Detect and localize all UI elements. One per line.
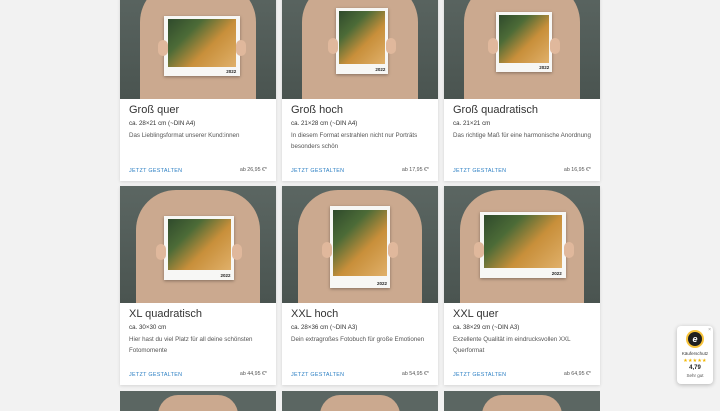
product-card[interactable]: 2022 Groß quer ca. 28×21 cm (~DIN A4) Da…	[120, 0, 276, 181]
product-price: ab 26,95 €*	[239, 167, 267, 173]
product-title: XXL quer	[453, 308, 499, 320]
product-price: ab 44,95 €*	[239, 371, 267, 377]
product-image[interactable]: 2022	[120, 0, 276, 99]
product-image[interactable]: 2022	[282, 186, 438, 303]
product-size: ca. 21×21 cm	[453, 120, 491, 127]
product-card[interactable]: 2022 XXL quer ca. 38×29 cm (~DIN A3) Exz…	[444, 186, 600, 385]
product-description: Dein extragroßes Fotobuch für große Emot…	[291, 336, 425, 343]
product-description: In diesem Format erstrahlen nicht nur Po…	[291, 132, 418, 150]
product-card[interactable]: 2022 Groß quadratisch ca. 21×21 cm Das r…	[444, 0, 600, 181]
design-now-link[interactable]: JETZT GESTALTEN	[453, 372, 506, 378]
photobook: 2022	[480, 212, 566, 278]
photobook: 2022	[496, 12, 552, 72]
product-title: Groß hoch	[291, 104, 343, 116]
product-size: ca. 21×28 cm (~DIN A4)	[291, 120, 358, 127]
product-card[interactable]: 2022 XL quadratisch ca. 30×30 cm Hier ha…	[120, 186, 276, 385]
product-card-partial[interactable]	[444, 391, 600, 411]
product-size: ca. 30×30 cm	[129, 324, 167, 331]
photobook: 2022	[330, 206, 390, 288]
product-image[interactable]: 2022	[444, 0, 600, 99]
trust-badge[interactable]: × e Käuferschutz ★★★★★ 4,79 Sehr gut	[677, 326, 713, 384]
product-card[interactable]: 2022 Groß hoch ca. 21×28 cm (~DIN A4) In…	[282, 0, 438, 181]
product-image[interactable]: 2022	[120, 186, 276, 303]
product-title: Groß quadratisch	[453, 104, 538, 116]
product-card-partial[interactable]	[120, 391, 276, 411]
product-price: ab 16,95 €*	[563, 167, 591, 173]
product-title: Groß quer	[129, 104, 180, 116]
product-size: ca. 38×29 cm (~DIN A3)	[453, 324, 520, 331]
product-price: ab 17,95 €*	[401, 167, 429, 173]
product-price: ab 64,95 €*	[563, 371, 591, 377]
product-card-partial[interactable]	[282, 391, 438, 411]
product-price: ab 54,95 €*	[401, 371, 429, 377]
product-card[interactable]: 2022 XXL hoch ca. 28×36 cm (~DIN A3) Dei…	[282, 186, 438, 385]
design-now-link[interactable]: JETZT GESTALTEN	[129, 168, 182, 174]
photobook: 2022	[336, 8, 388, 74]
product-title: XXL hoch	[291, 308, 339, 320]
product-image[interactable]: 2022	[282, 0, 438, 99]
rating-word: Sehr gut	[686, 373, 704, 378]
product-title: XL quadratisch	[129, 308, 202, 320]
product-size: ca. 28×36 cm (~DIN A3)	[291, 324, 358, 331]
trust-label: Käuferschutz	[681, 351, 709, 356]
design-now-link[interactable]: JETZT GESTALTEN	[291, 168, 344, 174]
product-description: Das richtige Maß für eine harmonische An…	[453, 132, 591, 139]
product-description: Exzellente Qualität im eindrucksvollen X…	[453, 336, 571, 354]
close-icon[interactable]: ×	[708, 327, 711, 333]
photobook: 2022	[164, 216, 234, 280]
photobook: 2022	[164, 16, 240, 76]
rating-score: 4,79	[689, 365, 701, 371]
design-now-link[interactable]: JETZT GESTALTEN	[129, 372, 182, 378]
product-description: Das Lieblingsformat unserer Kund:innen	[129, 132, 240, 139]
product-description: Hier hast du viel Platz für all deine sc…	[129, 336, 253, 354]
design-now-link[interactable]: JETZT GESTALTEN	[291, 372, 344, 378]
design-now-link[interactable]: JETZT GESTALTEN	[453, 168, 506, 174]
trust-seal-icon: e	[686, 330, 704, 348]
product-image[interactable]: 2022	[444, 186, 600, 303]
rating-stars-icon: ★★★★★	[683, 358, 707, 364]
product-size: ca. 28×21 cm (~DIN A4)	[129, 120, 196, 127]
